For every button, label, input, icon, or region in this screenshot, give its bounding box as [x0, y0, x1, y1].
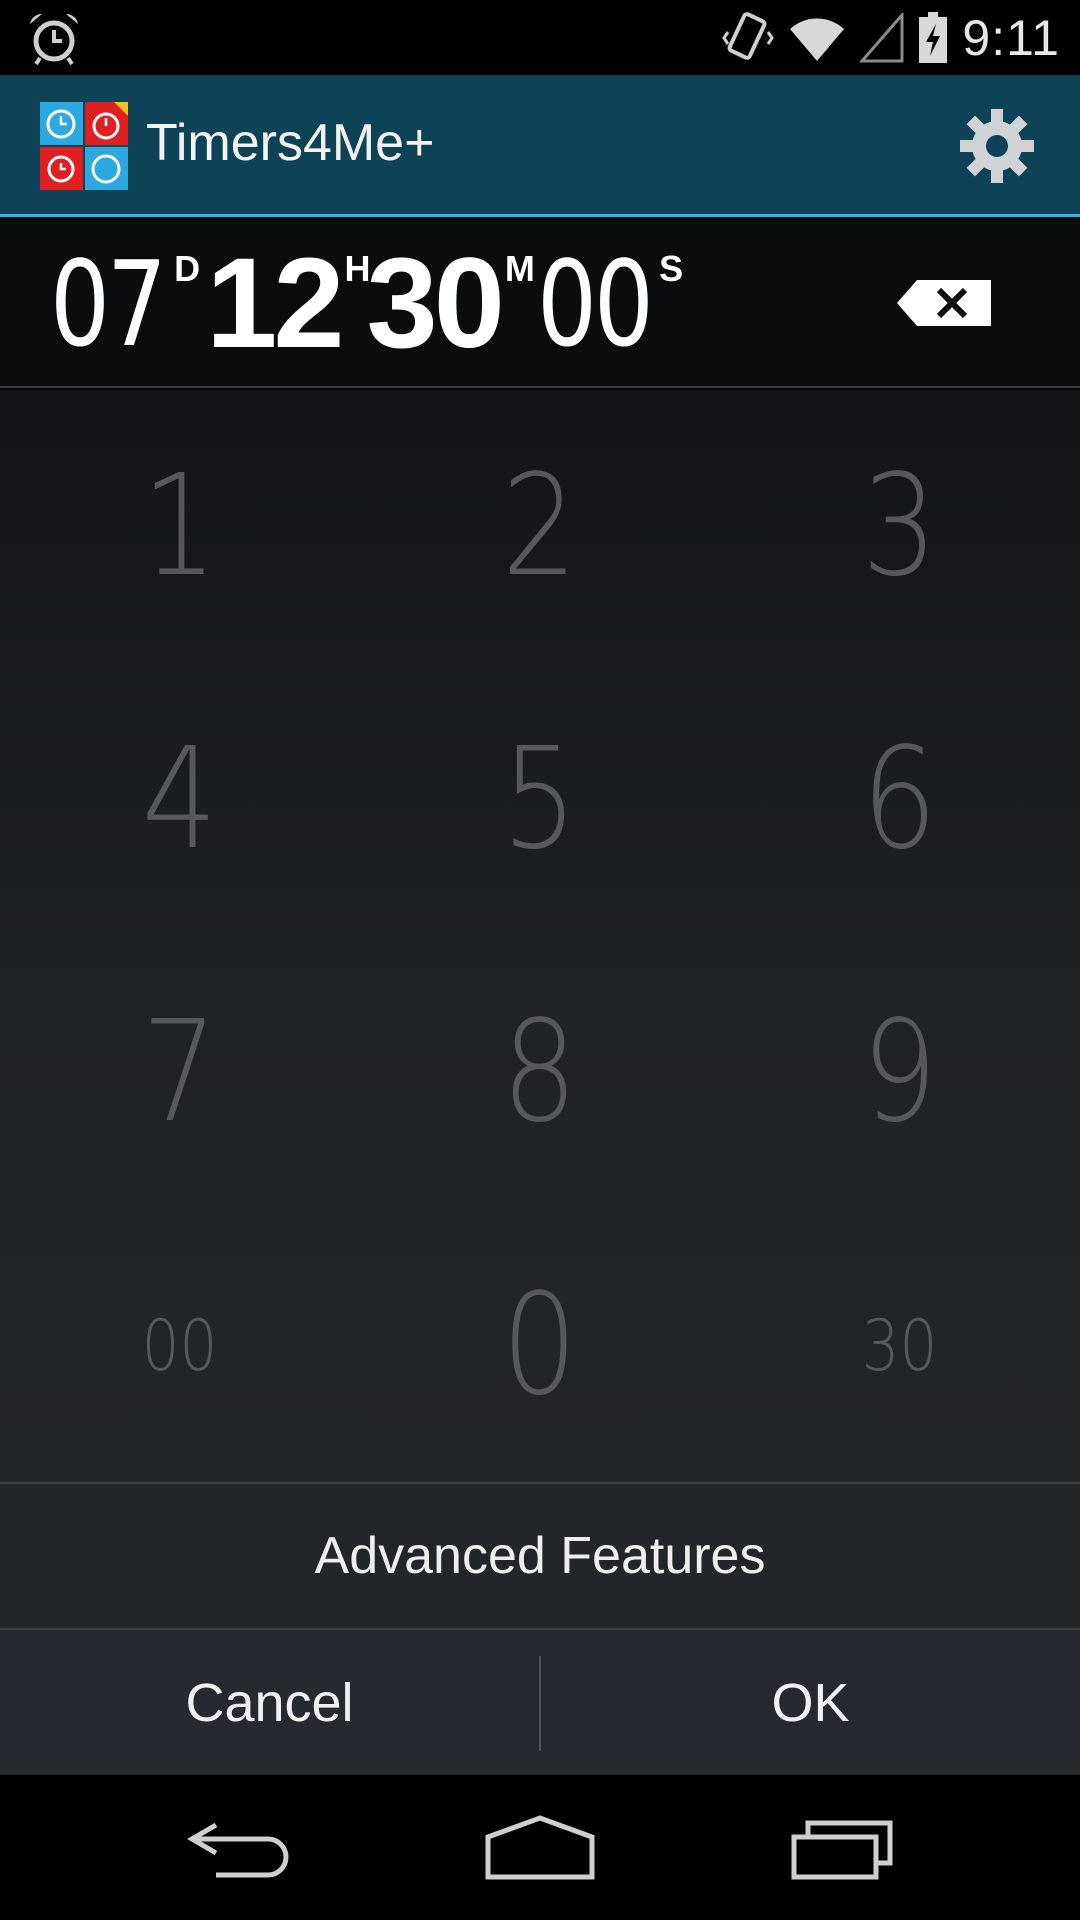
navigation-bar — [0, 1775, 1080, 1920]
ok-button[interactable]: OK — [541, 1630, 1080, 1775]
recents-icon[interactable] — [790, 1815, 896, 1881]
seconds-value: 00 — [536, 235, 654, 373]
minutes-segment[interactable]: 30 M — [367, 240, 535, 368]
status-bar: 9:11 — [0, 0, 1080, 75]
ok-label: OK — [771, 1672, 850, 1733]
key-8[interactable]: 8 — [360, 936, 720, 1209]
cancel-label: Cancel — [185, 1672, 354, 1733]
keypad: 1 2 3 4 5 6 7 8 9 00 0 30 — [0, 390, 1080, 1482]
cancel-button[interactable]: Cancel — [0, 1630, 539, 1775]
minutes-value: 30 — [366, 232, 505, 375]
key-label: 4 — [142, 718, 218, 881]
alarm-icon — [30, 13, 78, 66]
timer-display: 07 D 12 H 30 M 00 S — [0, 218, 1080, 388]
gear-icon[interactable] — [958, 107, 1036, 185]
battery-charging-icon — [919, 11, 948, 63]
key-4[interactable]: 4 — [0, 663, 360, 936]
advanced-features-label: Advanced Features — [314, 1527, 766, 1585]
key-label: 30 — [862, 1304, 938, 1387]
timer-digits: 07 D 12 H 30 M 00 S — [50, 240, 683, 370]
signal-icon — [860, 12, 904, 62]
minutes-unit: M — [504, 248, 535, 289]
home-icon[interactable] — [484, 1815, 596, 1881]
days-segment[interactable]: 07 D — [50, 240, 200, 368]
app-title: Timers4Me+ — [146, 114, 435, 172]
seconds-segment[interactable]: 00 S — [537, 240, 683, 368]
key-label: 1 — [142, 445, 218, 608]
key-7[interactable]: 7 — [0, 936, 360, 1209]
key-3[interactable]: 3 — [720, 390, 1080, 663]
key-9[interactable]: 9 — [720, 936, 1080, 1209]
key-label: 2 — [502, 445, 578, 608]
key-6[interactable]: 6 — [720, 663, 1080, 936]
key-0[interactable]: 0 — [360, 1209, 720, 1482]
days-value: 07 — [50, 235, 167, 373]
key-label: 3 — [862, 445, 938, 608]
key-label: 00 — [142, 1304, 218, 1387]
advanced-features-button[interactable]: Advanced Features — [0, 1482, 1080, 1630]
action-bar: Timers4Me+ — [0, 75, 1080, 217]
status-time: 9:11 — [962, 9, 1060, 66]
vibrate-icon — [722, 11, 775, 60]
key-label: 0 — [502, 1264, 578, 1427]
backspace-icon[interactable] — [895, 278, 993, 328]
key-label: 9 — [862, 991, 938, 1154]
seconds-unit: S — [659, 248, 684, 289]
key-30[interactable]: 30 — [720, 1209, 1080, 1482]
key-00[interactable]: 00 — [0, 1209, 360, 1482]
key-label: 5 — [502, 718, 578, 881]
key-label: 8 — [502, 991, 578, 1154]
key-label: 7 — [142, 991, 218, 1154]
dialog-buttons: Cancel OK — [0, 1630, 1080, 1775]
wifi-icon — [790, 18, 845, 61]
hours-segment[interactable]: 12 H — [206, 240, 370, 368]
key-label: 6 — [862, 718, 938, 881]
hours-value: 12 — [206, 232, 344, 375]
key-5[interactable]: 5 — [360, 663, 720, 936]
timers4me-logo-icon[interactable] — [40, 102, 128, 190]
key-2[interactable]: 2 — [360, 390, 720, 663]
days-unit: D — [174, 248, 201, 289]
back-icon[interactable] — [186, 1815, 292, 1881]
key-1[interactable]: 1 — [0, 390, 360, 663]
